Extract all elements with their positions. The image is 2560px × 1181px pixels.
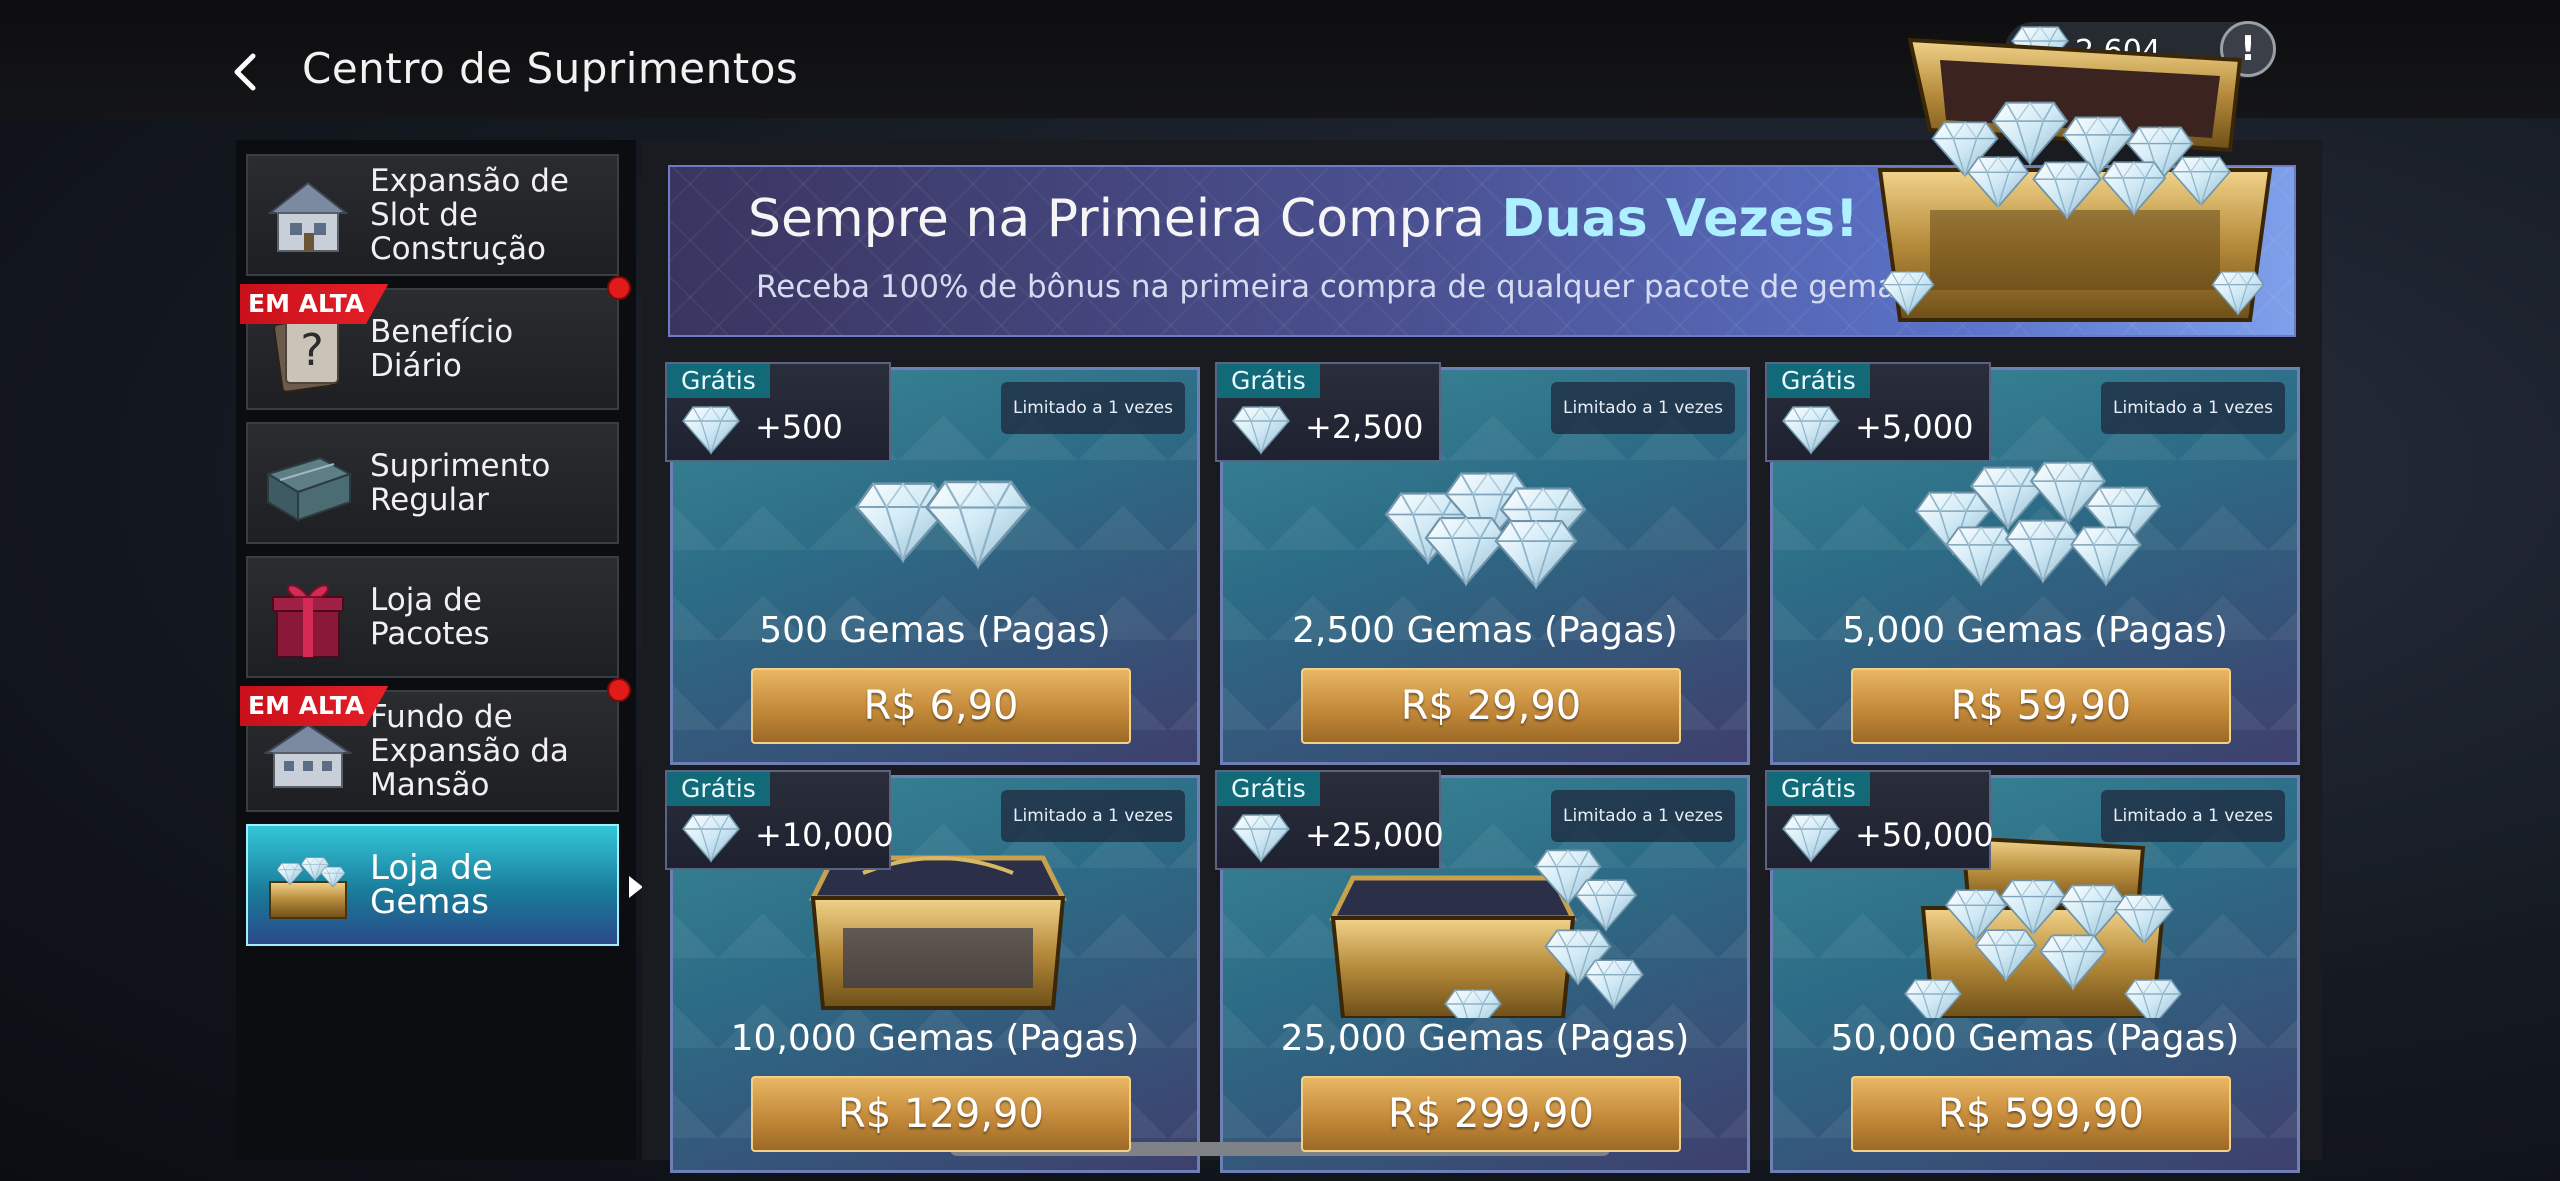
purchase-limit-badge: Limitado a 1 vezes <box>1551 790 1735 842</box>
sidebar-item-label: Benefício Diário <box>370 314 514 384</box>
trending-badge: EM ALTA <box>240 686 389 726</box>
purchase-limit-badge: Limitado a 1 vezes <box>1001 790 1185 842</box>
offer-name: 25,000 Gemas (Pagas) <box>1280 1018 1690 1059</box>
banner-title: Sempre na Primeira Compra Duas Vezes! <box>748 189 1859 249</box>
purchase-limit-badge: Limitado a 1 vezes <box>2101 790 2285 842</box>
free-label: Grátis <box>667 364 770 398</box>
trending-badge: EM ALTA <box>240 284 389 324</box>
free-bonus-tag: Grátis +25,000 <box>1215 770 1444 870</box>
free-label: Grátis <box>1217 364 1320 398</box>
diamond-icon <box>682 814 740 862</box>
buy-button[interactable]: R$ 59,90 <box>1851 668 2231 744</box>
gem-offer-card[interactable]: Grátis +50,000 Limitado a 1 vezes 50,000 Ge… <box>1765 770 2300 1173</box>
diamond-icon <box>1782 406 1840 454</box>
free-bonus-tag: Grátis +50,000 <box>1765 770 1994 870</box>
offer-name: 5,000 Gemas (Pagas) <box>1842 610 2228 651</box>
svg-text:?: ? <box>300 325 323 376</box>
sidebar-item-slot-expansion[interactable]: Expansão de Slot de Construção <box>246 154 619 276</box>
purchase-limit-badge: Limitado a 1 vezes <box>2101 382 2285 434</box>
bonus-amount: +50,000 <box>1855 816 1994 854</box>
banner-title-highlight: Duas Vezes! <box>1501 189 1859 249</box>
free-label: Grátis <box>667 772 770 806</box>
buy-button[interactable]: R$ 29,90 <box>1301 668 1681 744</box>
free-label: Grátis <box>1217 772 1320 806</box>
free-label: Grátis <box>1767 364 1870 398</box>
diamond-icon <box>1232 814 1290 862</box>
sidebar-item-package-store[interactable]: Loja de Pacotes <box>246 556 619 678</box>
offer-name: 500 Gemas (Pagas) <box>759 610 1111 651</box>
back-button[interactable] <box>225 48 265 96</box>
buy-button[interactable]: R$ 599,90 <box>1851 1076 2231 1152</box>
sidebar-item-regular-supply[interactable]: Suprimento Regular <box>246 422 619 544</box>
gem-offer-card[interactable]: Grátis +2,500 Limitado a 1 vezes 2,500 Gema… <box>1215 362 1750 765</box>
bonus-amount: +25,000 <box>1305 816 1444 854</box>
sidebar-item-label: Fundo de Expansão da Mansão <box>370 699 569 803</box>
sidebar-item-mansion-fund[interactable]: EM ALTA Fundo de Expansão da Mansão <box>240 678 631 812</box>
buy-button[interactable]: R$ 299,90 <box>1301 1076 1681 1152</box>
bonus-amount: +5,000 <box>1855 408 1974 446</box>
gem-chest-icon <box>258 838 358 934</box>
purchase-limit-badge: Limitado a 1 vezes <box>1551 382 1735 434</box>
sidebar-item-label: Suprimento Regular <box>370 448 551 518</box>
offer-name: 10,000 Gemas (Pagas) <box>730 1018 1140 1059</box>
offer-name: 2,500 Gemas (Pagas) <box>1292 610 1678 651</box>
buy-button[interactable]: R$ 129,90 <box>751 1076 1131 1152</box>
bonus-amount: +2,500 <box>1305 408 1424 446</box>
house-icon <box>258 168 358 264</box>
active-indicator <box>629 876 643 898</box>
sidebar-item-label: Loja de Pacotes <box>370 582 490 652</box>
gift-box-icon <box>258 570 358 666</box>
sidebar-item-label: Expansão de Slot de Construção <box>370 163 569 267</box>
offer-name: 50,000 Gemas (Pagas) <box>1830 1018 2240 1059</box>
buy-button[interactable]: R$ 6,90 <box>751 668 1131 744</box>
gem-offer-card[interactable]: Grátis +25,000 Limitado a 1 vezes 25,000 Ge… <box>1215 770 1750 1173</box>
chevron-left-icon <box>234 53 256 91</box>
gem-offer-card[interactable]: Grátis +500 Limitado a 1 vezes 500 Gemas (P… <box>665 362 1200 765</box>
free-bonus-tag: Grátis +2,500 <box>1215 362 1441 462</box>
free-bonus-tag: Grátis +10,000 <box>665 770 894 870</box>
supply-crate-icon <box>258 436 358 532</box>
gem-offer-card[interactable]: Grátis +5,000 Limitado a 1 vezes 5,000 Gema… <box>1765 362 2300 765</box>
banner-subtitle: Receba 100% de bônus na primeira compra … <box>756 269 1923 305</box>
purchase-limit-badge: Limitado a 1 vezes <box>1001 382 1185 434</box>
sidebar-item-gem-store[interactable]: Loja de Gemas <box>246 824 643 946</box>
gem-offer-card[interactable]: Grátis +10,000 Limitado a 1 vezes 10,000 Ge… <box>665 770 1200 1173</box>
bonus-amount: +500 <box>755 408 843 446</box>
sidebar-item-daily-benefit[interactable]: EM ALTA ? Benefício Diário <box>240 276 631 410</box>
diamond-icon <box>682 406 740 454</box>
free-bonus-tag: Grátis +500 <box>665 362 891 462</box>
bonus-amount: +10,000 <box>755 816 894 854</box>
treasure-chest-icon <box>1877 37 2273 322</box>
free-label: Grátis <box>1767 772 1870 806</box>
sidebar-item-label: Loja de Gemas <box>370 848 493 922</box>
sidebar: Expansão de Slot de Construção EM ALTA ?… <box>236 140 643 1160</box>
free-bonus-tag: Grátis +5,000 <box>1765 362 1991 462</box>
diamond-icon <box>1232 406 1290 454</box>
diamond-icon <box>1782 814 1840 862</box>
page-title: Centro de Suprimentos <box>302 44 799 93</box>
